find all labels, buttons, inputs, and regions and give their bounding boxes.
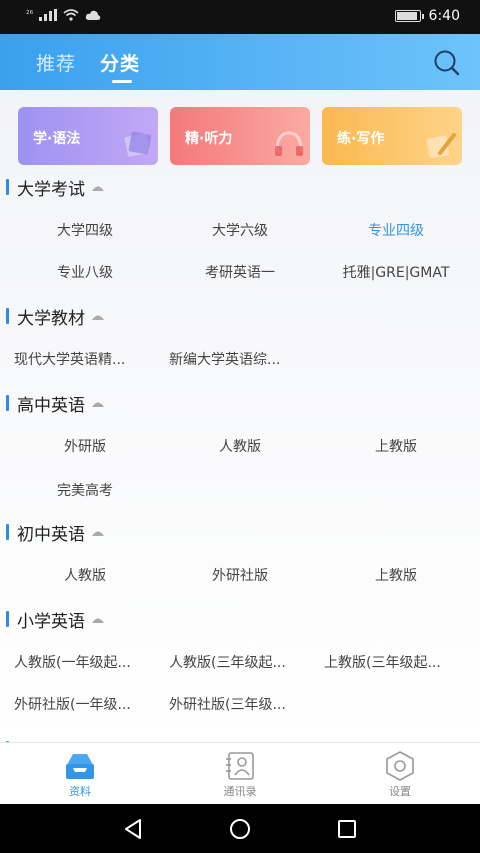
section-title: 高中英语 — [17, 395, 85, 416]
section-marker — [6, 611, 9, 627]
collapse-arrow-icon[interactable] — [91, 182, 105, 192]
battery-icon — [394, 10, 424, 22]
nav-materials[interactable]: 资料 — [0, 743, 160, 805]
tab-category[interactable]: 分类 — [100, 49, 140, 76]
list-item[interactable]: 人教版(三年级起... — [169, 652, 286, 672]
cloud-icon — [86, 10, 101, 20]
category-content[interactable]: 学·语法 精·听力 练·写作 大学考试 大学四级 大学六级 专业四级 专业八级 … — [0, 90, 480, 742]
status-bar: ²⁶ 6:40 — [0, 0, 480, 34]
clock: 6:40 — [428, 8, 460, 24]
list-item[interactable]: 上教版 — [316, 565, 476, 585]
list-item[interactable]: 大学四级 — [5, 220, 165, 240]
list-item[interactable]: 人教版 — [5, 565, 165, 585]
tab-recommend[interactable]: 推荐 — [36, 49, 76, 76]
section-title: 大学教材 — [17, 308, 85, 329]
battery-level — [396, 12, 417, 20]
section-title: 小学英语 — [17, 611, 85, 632]
card-listening[interactable]: 精·听力 — [170, 107, 310, 165]
pen-paper-icon — [426, 133, 456, 159]
list-item[interactable]: 托雅|GRE|GMAT — [316, 262, 476, 282]
card-writing-label: 练·写作 — [337, 131, 385, 147]
network-type-label: ²⁶ — [26, 10, 34, 20]
active-tab-indicator — [112, 80, 132, 83]
list-item[interactable]: 外研社版 — [160, 565, 320, 585]
recents-icon[interactable] — [334, 816, 360, 842]
inbox-icon — [66, 754, 94, 779]
home-icon[interactable] — [227, 816, 253, 842]
list-item[interactable]: 完美高考 — [5, 480, 165, 500]
card-grammar-label: 学·语法 — [33, 131, 81, 147]
list-item[interactable]: 专业八级 — [5, 262, 165, 282]
list-item[interactable]: 上教版(三年级起... — [324, 652, 441, 672]
list-item[interactable]: 现代大学英语精... — [14, 349, 125, 369]
wifi-icon — [63, 9, 79, 21]
section-marker — [6, 308, 9, 324]
hexagon-settings-icon — [386, 751, 414, 781]
status-right: 6:40 — [394, 8, 460, 24]
status-icons: ²⁶ — [26, 9, 101, 21]
list-item[interactable]: 外研社版(三年级... — [169, 694, 286, 714]
section-marker — [6, 524, 9, 540]
headphones-icon — [275, 131, 303, 156]
nav-settings[interactable]: 设置 — [320, 743, 480, 805]
section-header[interactable]: 初中英语 — [6, 521, 105, 545]
card-grammar[interactable]: 学·语法 — [18, 107, 158, 165]
list-item-active[interactable]: 专业四级 — [316, 220, 476, 240]
section-title: 初中英语 — [17, 524, 85, 545]
list-item[interactable]: 大学六级 — [160, 220, 320, 240]
book-icon — [124, 131, 152, 157]
list-item[interactable]: 人教版 — [160, 436, 320, 456]
section-header[interactable]: 小学英语 — [6, 608, 105, 632]
feature-cards: 学·语法 精·听力 练·写作 — [18, 107, 462, 165]
bottom-nav: 资料 通讯录 设置 — [0, 742, 480, 804]
section-title: 大学考试 — [17, 179, 85, 200]
list-item[interactable]: 考研英语一 — [160, 262, 320, 282]
system-nav-bar — [0, 804, 480, 853]
list-item[interactable]: 上教版 — [316, 436, 476, 456]
contacts-icon — [226, 752, 254, 780]
list-item[interactable]: 新编大学英语综... — [169, 349, 280, 369]
section-header[interactable]: 大学考试 — [6, 176, 105, 200]
list-item[interactable]: 人教版(一年级起... — [14, 652, 131, 672]
collapse-arrow-icon[interactable] — [91, 527, 105, 537]
card-writing[interactable]: 练·写作 — [322, 107, 462, 165]
collapse-arrow-icon[interactable] — [91, 398, 105, 408]
back-icon[interactable] — [120, 816, 146, 842]
nav-contacts-label: 通讯录 — [223, 785, 257, 798]
section-header[interactable]: 高中英语 — [6, 392, 105, 416]
search-icon[interactable] — [432, 48, 462, 78]
card-listening-label: 精·听力 — [185, 131, 233, 147]
nav-contacts[interactable]: 通讯录 — [160, 743, 320, 805]
app-header: 推荐 分类 — [0, 34, 480, 90]
collapse-arrow-icon[interactable] — [91, 614, 105, 624]
section-marker — [6, 179, 9, 195]
list-item[interactable]: 外研版 — [5, 436, 165, 456]
nav-materials-label: 资料 — [69, 785, 91, 798]
list-item[interactable]: 外研社版(一年级... — [14, 694, 131, 714]
section-marker — [6, 395, 9, 411]
signal-icon — [39, 9, 58, 21]
nav-settings-label: 设置 — [389, 785, 411, 798]
section-header[interactable]: 大学教材 — [6, 305, 105, 329]
collapse-arrow-icon[interactable] — [91, 311, 105, 321]
